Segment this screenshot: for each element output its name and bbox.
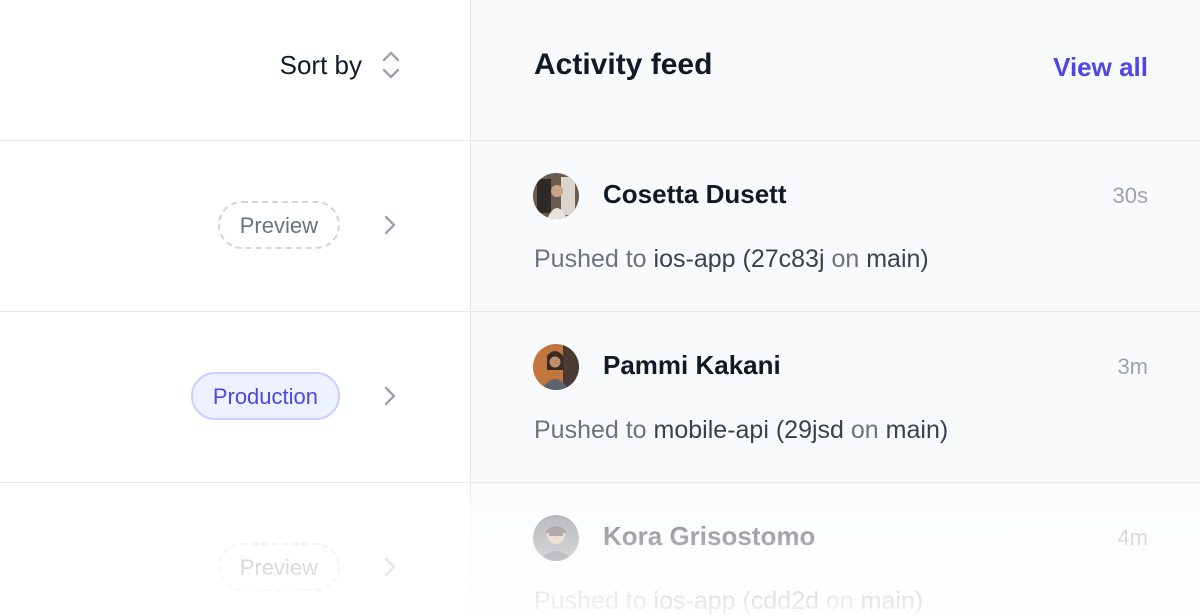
activity-description: Pushed to ios-app (cdd2d on main) bbox=[534, 587, 923, 616]
activity-feed-title: Activity feed bbox=[534, 48, 713, 81]
timestamp: 3m bbox=[1117, 354, 1148, 379]
avatar bbox=[533, 515, 579, 561]
environment-badge-production: Production bbox=[190, 372, 340, 420]
branch-name: main) bbox=[885, 416, 949, 444]
activity-feed-header: Activity feed View all bbox=[471, 0, 1200, 141]
activity-prefix: Pushed to bbox=[534, 416, 647, 444]
commit-hash: (27c83j bbox=[742, 245, 825, 273]
deployments-panel: Sort by Preview Production Preview bbox=[0, 0, 470, 615]
deployment-row[interactable]: Preview bbox=[0, 141, 470, 312]
activity-item: Pammi Kakani 3m Pushed to mobile-api (29… bbox=[471, 312, 1200, 483]
activity-description: Pushed to ios-app (27c83j on main) bbox=[534, 245, 929, 274]
commit-hash: (29jsd bbox=[775, 416, 844, 444]
timestamp: 30s bbox=[1112, 183, 1148, 208]
timestamp: 4m bbox=[1117, 525, 1148, 550]
sort-button[interactable]: Sort by bbox=[280, 48, 402, 82]
repo-name: mobile-api bbox=[653, 416, 769, 444]
activity-prefix: Pushed to bbox=[534, 245, 647, 273]
avatar bbox=[533, 344, 579, 390]
activity-on: on bbox=[850, 416, 879, 444]
chevron-right-icon[interactable] bbox=[380, 384, 400, 408]
user-name: Cosetta Dusett bbox=[603, 179, 787, 209]
repo-name: ios-app bbox=[653, 245, 736, 273]
sort-updown-icon bbox=[382, 51, 400, 79]
branch-name: main) bbox=[866, 245, 929, 273]
user-name: Kora Grisostomo bbox=[603, 521, 816, 551]
commit-hash: (cdd2d bbox=[742, 587, 819, 615]
activity-prefix: Pushed to bbox=[534, 587, 647, 615]
deployment-row[interactable]: Production bbox=[0, 312, 470, 483]
activity-on: on bbox=[825, 587, 854, 615]
activity-item: Kora Grisostomo 4m Pushed to ios-app (cd… bbox=[471, 483, 1200, 615]
deployments-header: Sort by bbox=[0, 0, 470, 141]
repo-name: ios-app bbox=[653, 587, 736, 615]
branch-name: main) bbox=[860, 587, 924, 615]
activity-item: Cosetta Dusett 30s Pushed to ios-app (27… bbox=[471, 141, 1200, 312]
environment-badge-preview: Preview bbox=[217, 201, 340, 249]
chevron-right-icon[interactable] bbox=[380, 555, 400, 579]
user-name: Pammi Kakani bbox=[603, 350, 781, 380]
activity-description: Pushed to mobile-api (29jsd on main) bbox=[534, 416, 948, 445]
avatar bbox=[533, 173, 579, 219]
chevron-right-icon[interactable] bbox=[380, 213, 400, 237]
activity-on: on bbox=[831, 245, 860, 273]
activity-feed-panel: Activity feed View all Cosetta Dusett 30… bbox=[470, 0, 1200, 615]
sort-label: Sort by bbox=[279, 49, 362, 80]
view-all-link[interactable]: View all bbox=[1053, 52, 1148, 83]
environment-badge-preview: Preview bbox=[217, 543, 340, 591]
deployment-row[interactable]: Preview bbox=[0, 483, 470, 615]
